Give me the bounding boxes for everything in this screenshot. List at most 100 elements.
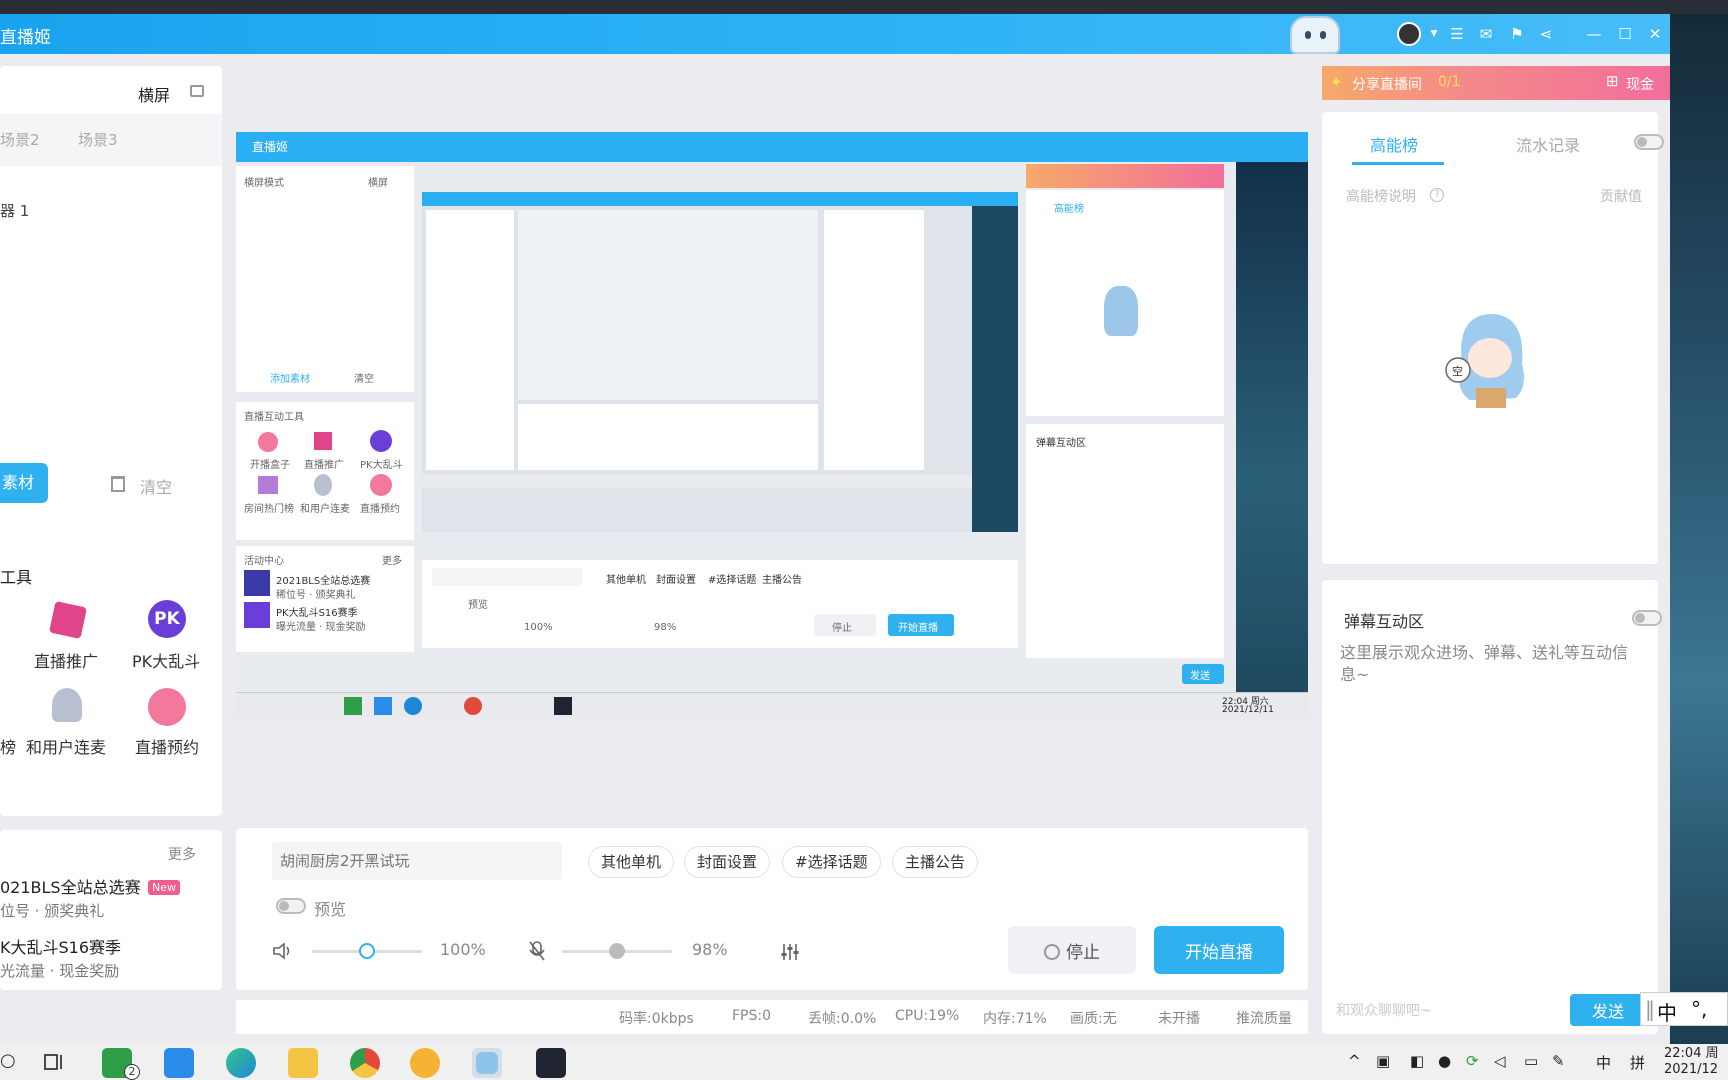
task-view-icon[interactable] <box>42 1052 64 1072</box>
desktop-wallpaper <box>1670 14 1728 1044</box>
stream-title-input[interactable] <box>272 842 562 880</box>
mixer-icon[interactable] <box>780 942 800 962</box>
live-app-taskbar-icon[interactable] <box>472 1048 502 1078</box>
stop-button[interactable]: 停止 <box>1008 926 1136 974</box>
tab-scene-3[interactable]: 场景3 <box>78 129 118 150</box>
ime-status-bar[interactable]: ‖ 中 °, <box>1640 992 1728 1026</box>
promote-icon[interactable] <box>49 601 87 639</box>
minimize-icon[interactable]: — <box>1583 22 1605 46</box>
help-icon[interactable]: ? <box>1430 188 1444 202</box>
quality-status: 画质:无 <box>1070 1011 1117 1027</box>
tray-mic-icon[interactable]: ● <box>1438 1052 1451 1070</box>
preview-gift-icon <box>258 432 278 452</box>
mic-slider-knob[interactable] <box>609 943 625 959</box>
app-icon-yellow[interactable] <box>410 1048 440 1078</box>
mascot-icon <box>1290 16 1340 54</box>
preview-title-bar: 直播姬 <box>236 132 1308 162</box>
menu-icon[interactable]: ☰ <box>1446 22 1468 46</box>
desktop-top-strip <box>0 0 1728 14</box>
source-item-display[interactable]: 器 1 <box>0 200 29 221</box>
lock-icon[interactable] <box>190 85 204 97</box>
avatar[interactable] <box>1397 22 1421 46</box>
clear-button[interactable]: 清空 <box>140 474 172 498</box>
status-bar: 码率:0kbps FPS:0 丢帧:0.0% CPU:19% 内存:71% 画质… <box>236 1000 1308 1034</box>
volume-slider-knob[interactable] <box>359 943 375 959</box>
mic-muted-icon[interactable] <box>528 940 546 962</box>
activity-sub-1: 位号 · 颁奖典礼 <box>0 902 105 920</box>
preview-act2-thumb <box>244 602 270 628</box>
chrome-browser-icon[interactable] <box>350 1048 380 1078</box>
stream-quality-link[interactable]: 推流质量 <box>1236 1008 1292 1028</box>
start-live-button[interactable]: 开始直播 <box>1154 926 1284 974</box>
share-icon[interactable]: ⋖ <box>1535 22 1557 46</box>
tool-label-reservation[interactable]: 直播预约 <box>135 734 199 758</box>
title-bar[interactable]: 直播姬 ▼ ☰ ✉ ⚑ ⋖ — ☐ ✕ <box>0 14 1670 54</box>
preview-control-panel: 其他单机 封面设置 #选择话题 主播公告 预览 100% 98% 停止 开始直播 <box>422 560 1018 648</box>
search-icon[interactable]: ○ <box>0 1050 16 1071</box>
reservation-icon[interactable] <box>148 688 186 726</box>
preview-act1-thumb <box>244 570 270 596</box>
activity-panel: 更多 021BLS全站总选赛 New 位号 · 颁奖典礼 K大乱斗S16赛季 光… <box>0 830 222 990</box>
tray-camera-icon[interactable]: ◧ <box>1410 1052 1424 1070</box>
tab-high-energy-rank[interactable]: 高能榜 <box>1370 132 1418 156</box>
tab-flow-records[interactable]: 流水记录 <box>1516 132 1580 156</box>
tool-label-mic-link[interactable]: 和用户连麦 <box>26 734 106 758</box>
paint-app-icon[interactable] <box>164 1048 194 1078</box>
cpu-status: CPU:19% <box>895 1008 960 1024</box>
tool-label-pk[interactable]: PK大乱斗 <box>132 648 200 672</box>
preview-preview-label: 预览 <box>468 600 488 611</box>
tab-scene-2[interactable]: 场景2 <box>0 129 40 150</box>
share-live-banner[interactable]: ✦ 分享直播间 0/1 ⊞ 现金 <box>1322 66 1670 100</box>
rank-panel: 高能榜 流水记录 高能榜说明 ? 贡献值 空 <box>1322 112 1664 564</box>
preview-tool6: 直播预约 <box>360 504 400 515</box>
interactive-tools-panel: 工具 PK 直播推广 PK大乱斗 榜 和用户连麦 直播预约 <box>0 548 222 816</box>
bitrate-status: 码率:0kbps <box>619 1011 694 1027</box>
maximize-icon[interactable]: ☐ <box>1614 22 1636 46</box>
preview-act2: PK大乱斗S16赛季 <box>276 608 358 619</box>
tray-sync-icon[interactable]: ⟳ <box>1466 1052 1479 1070</box>
chat-input[interactable]: 和观众聊聊吧~ <box>1336 1000 1566 1020</box>
volume-icon[interactable]: ◁ <box>1494 1052 1506 1070</box>
category-button[interactable]: 其他单机 <box>588 846 675 878</box>
activity-more-link[interactable]: 更多 <box>168 844 196 864</box>
stream-preview-canvas[interactable]: 直播姬 横屏模式 横屏 添加素材 清空 直播互动工具 开播盒子 直播推广 PK大… <box>236 132 1308 718</box>
terminal-app-icon[interactable] <box>536 1048 566 1078</box>
trash-icon[interactable] <box>111 476 125 492</box>
avatar-dropdown-icon[interactable]: ▼ <box>1423 22 1445 46</box>
pk-icon[interactable]: PK <box>148 600 186 638</box>
system-clock[interactable]: 22:04 周 2021/12 <box>1664 1046 1719 1078</box>
cover-settings-button[interactable]: 封面设置 <box>684 846 771 878</box>
tray-app-icon[interactable]: ▣ <box>1376 1052 1390 1070</box>
danmaku-title: 弹幕互动区 <box>1344 612 1425 631</box>
announcement-button[interactable]: 主播公告 <box>892 846 979 878</box>
tool-label-promote[interactable]: 直播推广 <box>34 648 98 672</box>
preview-app-title: 直播姬 <box>252 140 289 154</box>
tray-lang[interactable]: 中 <box>1596 1052 1611 1073</box>
speaker-icon[interactable] <box>272 942 294 960</box>
mic-link-icon[interactable] <box>52 688 82 722</box>
preview-tools-title: 直播互动工具 <box>244 412 304 423</box>
tool-label-rank[interactable]: 榜 <box>0 734 16 758</box>
danmaku-toggle[interactable] <box>1632 610 1662 626</box>
tray-expand-icon[interactable]: ^ <box>1348 1052 1361 1070</box>
orientation-label[interactable]: 横屏 <box>138 82 170 106</box>
activity-title-2[interactable]: K大乱斗S16赛季 <box>0 934 121 958</box>
mail-icon[interactable]: ✉ <box>1475 22 1497 46</box>
preview-toggle[interactable] <box>276 898 306 914</box>
memory-status: 内存:71% <box>983 1011 1047 1027</box>
battery-icon[interactable]: ▭ <box>1524 1052 1538 1070</box>
close-icon[interactable]: ✕ <box>1644 22 1666 46</box>
rank-help-text[interactable]: 高能榜说明 <box>1346 186 1416 206</box>
notification-icon[interactable]: ⚑ <box>1506 22 1528 46</box>
add-material-button[interactable]: 素材 <box>0 463 48 503</box>
drop-frame-status: 丢帧:0.0% <box>808 1011 877 1027</box>
rank-toggle[interactable] <box>1634 134 1664 150</box>
ime-lang[interactable]: 中 <box>1657 997 1677 1026</box>
topic-button[interactable]: #选择话题 <box>782 846 881 878</box>
ime-punct[interactable]: °, <box>1691 997 1707 1021</box>
activity-title-1[interactable]: 021BLS全站总选赛 <box>0 874 141 898</box>
edge-browser-icon[interactable] <box>226 1048 256 1078</box>
pen-icon[interactable]: ✎ <box>1552 1052 1565 1070</box>
tray-ime[interactable]: 拼 <box>1630 1052 1645 1073</box>
file-explorer-icon[interactable] <box>288 1048 318 1078</box>
